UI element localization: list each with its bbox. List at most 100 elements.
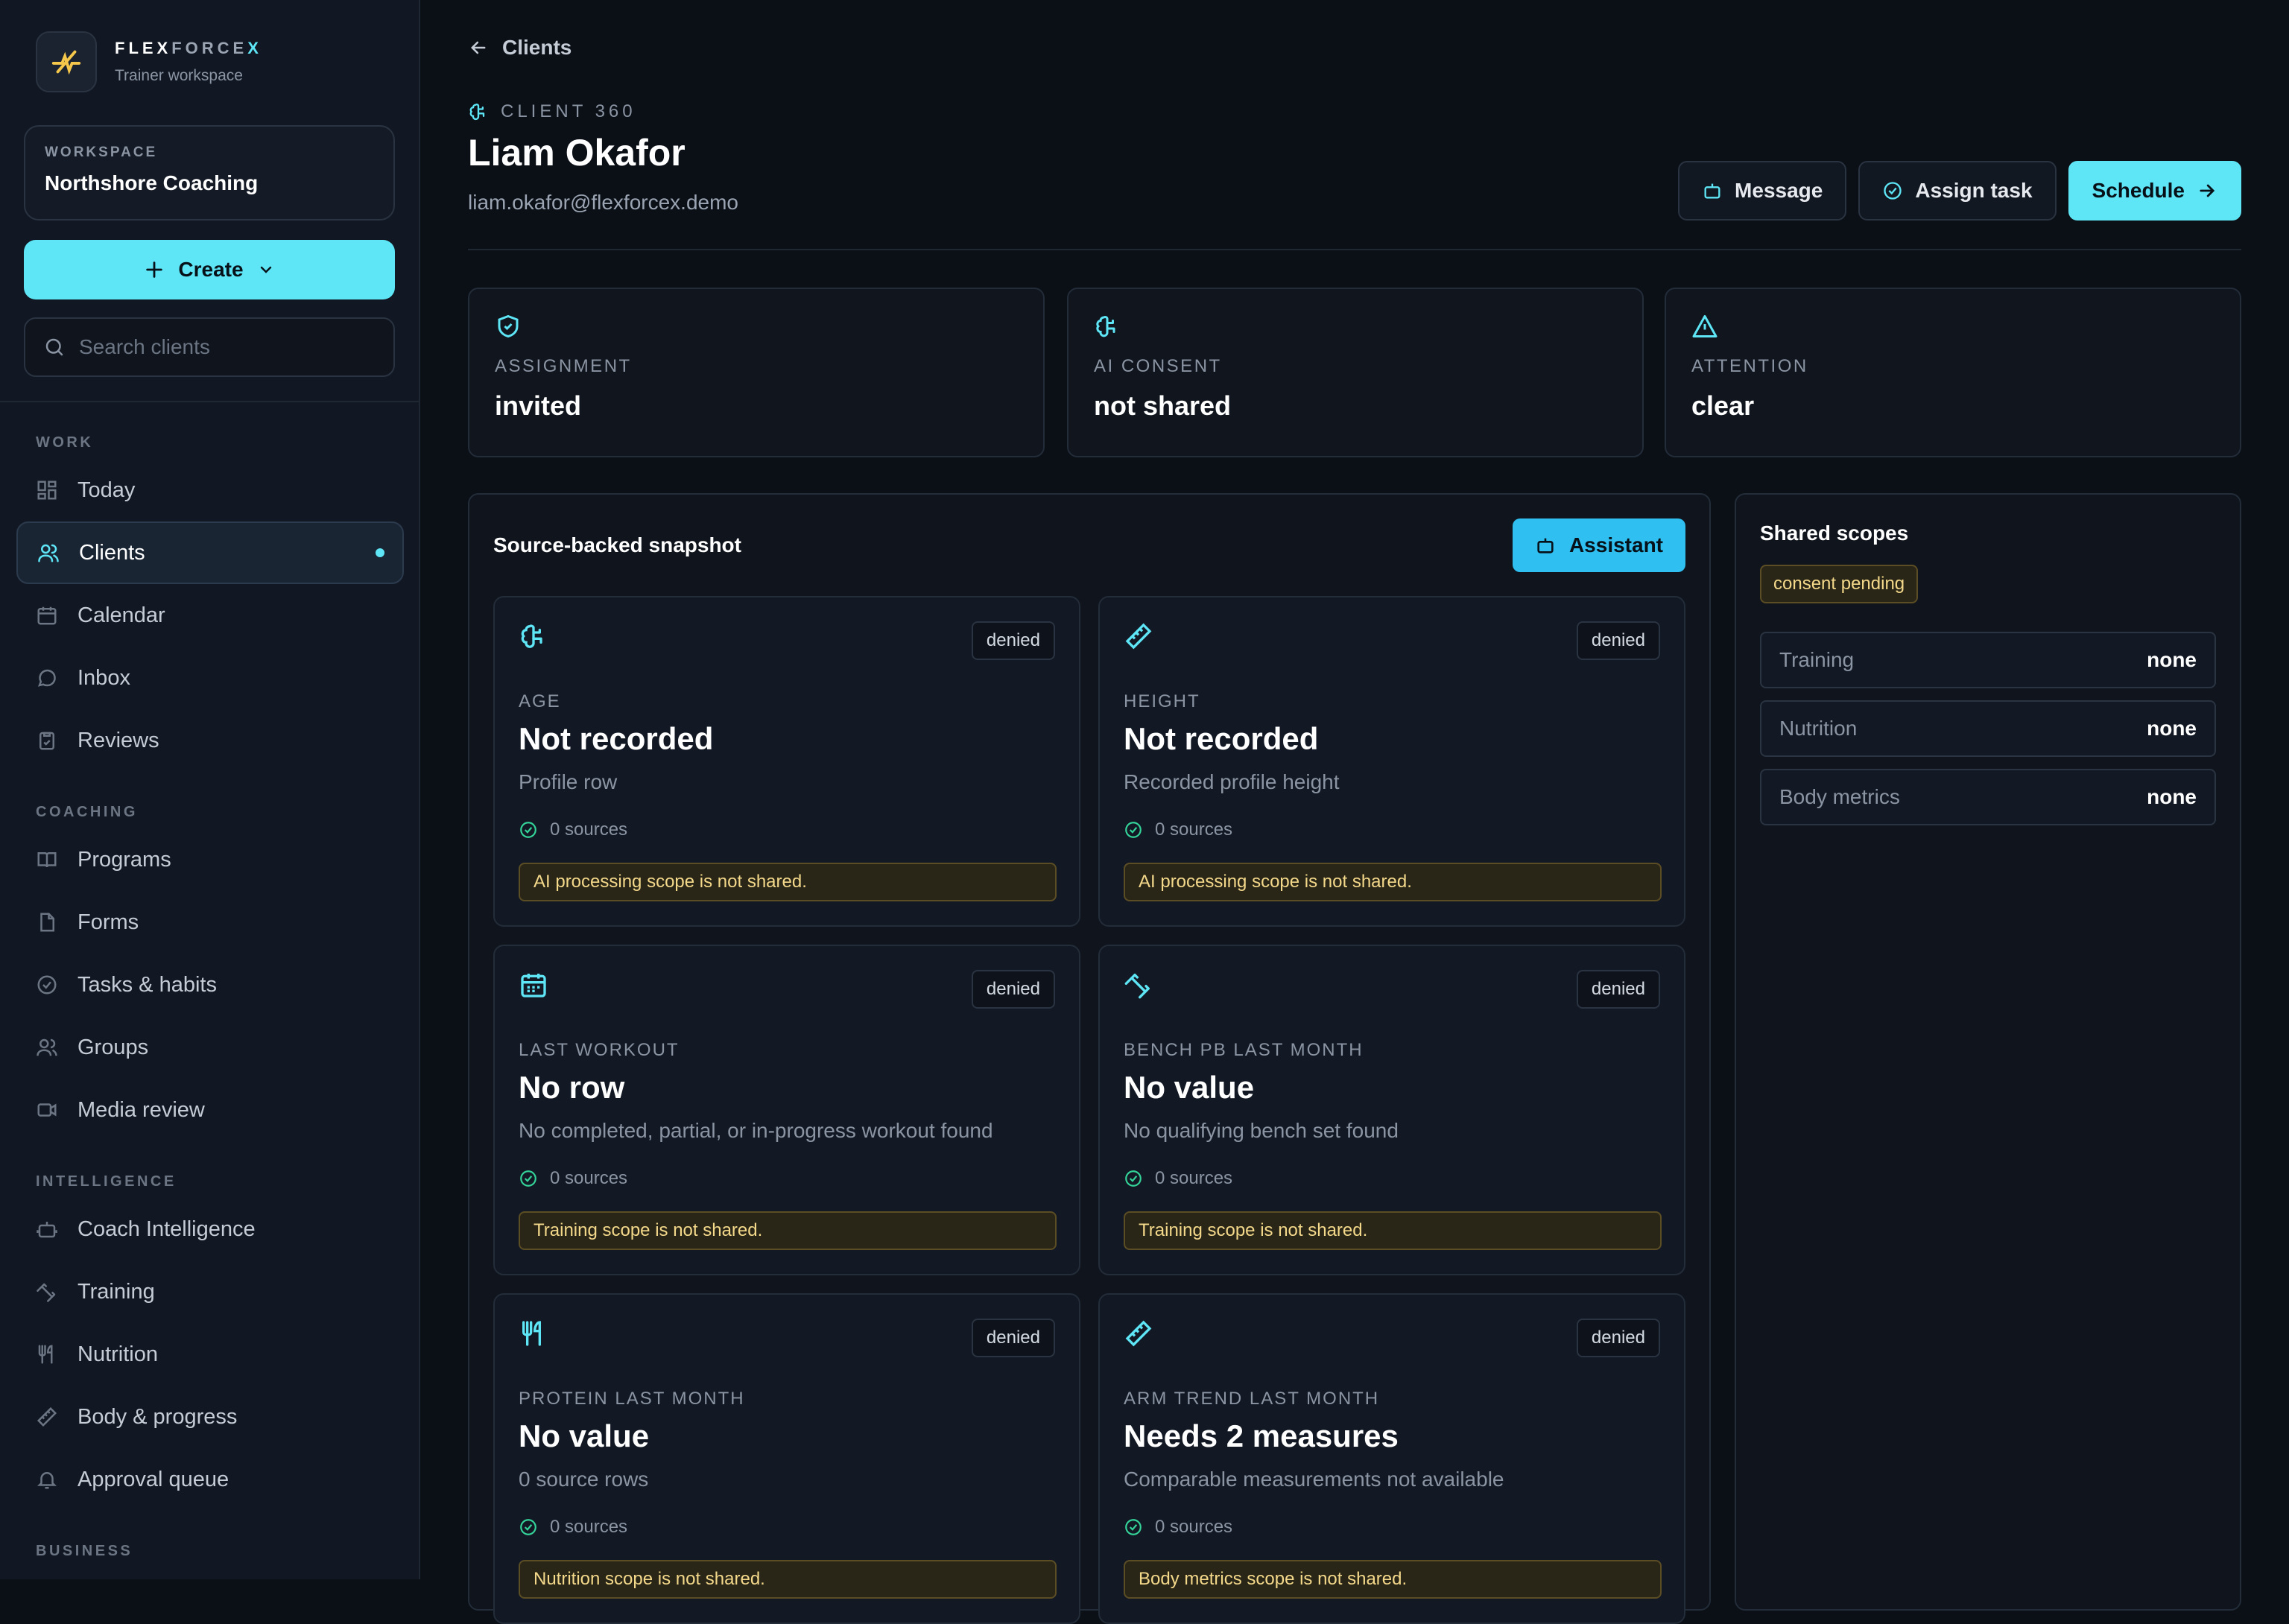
- stat-card-attention: ATTENTION clear: [1665, 288, 2241, 457]
- schedule-button-label: Schedule: [2092, 179, 2185, 202]
- sidebar-item-tasks[interactable]: Tasks & habits: [16, 954, 404, 1016]
- sources-count: 0 sources: [550, 819, 628, 840]
- message-button-label: Message: [1735, 179, 1823, 202]
- robot-icon: [1704, 183, 1720, 199]
- nav-section-business: BUSINESS: [36, 1543, 133, 1559]
- active-indicator-dot: [376, 548, 384, 557]
- dumbbell-icon: [37, 1283, 56, 1302]
- scope-warning: AI processing scope is not shared.: [1124, 863, 1662, 901]
- metric-sources: 0 sources: [1124, 819, 1232, 840]
- assign-task-button[interactable]: Assign task: [1858, 161, 2057, 221]
- sidebar-item-label: Tasks & habits: [77, 972, 217, 997]
- users-icon: [38, 544, 59, 562]
- nav-section-coaching: COACHING: [36, 804, 138, 820]
- sidebar-item-label: Coach Intelligence: [77, 1217, 256, 1241]
- scope-name: Body metrics: [1779, 785, 1900, 808]
- sidebar-item-label: Clients: [79, 540, 145, 565]
- status-badge: denied: [1576, 621, 1660, 660]
- sidebar-nav: WORK Today Clients Calendar Inbox Review…: [16, 417, 404, 1567]
- message-button[interactable]: Message: [1678, 161, 1847, 221]
- sources-count: 0 sources: [1155, 1168, 1233, 1188]
- brain-icon: [469, 104, 485, 121]
- shared-scopes-title: Shared scopes: [1760, 521, 1909, 545]
- metric-card-last-workout: denied LAST WORKOUT No row No completed,…: [493, 945, 1080, 1275]
- metric-card-age: denied AGE Not recorded Profile row 0 so…: [493, 596, 1080, 927]
- status-badge: denied: [971, 970, 1055, 1009]
- sidebar-item-coach-intelligence[interactable]: Coach Intelligence: [16, 1198, 404, 1260]
- sources-count: 0 sources: [550, 1168, 628, 1188]
- search-input[interactable]: [79, 335, 377, 359]
- brand-subtitle: Trainer workspace: [115, 67, 243, 84]
- chat-bubble-icon: [37, 669, 56, 687]
- snapshot-panel: Source-backed snapshot Assistant denied …: [468, 493, 1711, 1624]
- check-circle-icon: [1125, 1519, 1142, 1535]
- sidebar-item-forms[interactable]: Forms: [16, 891, 404, 954]
- consent-status-badge: consent pending: [1760, 565, 1919, 603]
- back-link[interactable]: Clients: [468, 36, 572, 60]
- metric-card-bench-pb: denied BENCH PB LAST MONTH No value No q…: [1098, 945, 1685, 1275]
- sidebar-item-body[interactable]: Body & progress: [16, 1386, 404, 1448]
- scope-name: Training: [1779, 648, 1855, 671]
- create-button[interactable]: Create: [24, 240, 395, 299]
- metric-value: Not recorded: [1124, 721, 1319, 756]
- metric-value: Needs 2 measures: [1124, 1418, 1399, 1453]
- metric-description: No completed, partial, or in-progress wo…: [519, 1119, 993, 1142]
- sidebar-item-label: Today: [77, 478, 136, 502]
- metric-label: LAST WORKOUT: [519, 1040, 680, 1060]
- assign-task-button-label: Assign task: [1915, 179, 2033, 202]
- dumbbell-icon: [1124, 974, 1150, 999]
- stat-label: ASSIGNMENT: [495, 356, 632, 376]
- sidebar-item-nutrition[interactable]: Nutrition: [16, 1323, 404, 1386]
- brand[interactable]: FLEXFORCEX Trainer workspace: [36, 31, 262, 92]
- sidebar-item-clients[interactable]: Clients: [16, 521, 404, 584]
- nav-section-intelligence: INTELLIGENCE: [36, 1173, 177, 1190]
- workspace-switcher[interactable]: WORKSPACE Northshore Coaching: [24, 125, 395, 221]
- metric-sources: 0 sources: [519, 1517, 627, 1538]
- check-circle-icon: [1125, 822, 1142, 838]
- sidebar-item-training[interactable]: Training: [16, 1260, 404, 1323]
- page-title: Liam Okafor: [468, 132, 686, 174]
- scope-row-nutrition[interactable]: Nutrition none: [1760, 700, 2216, 757]
- metric-label: HEIGHT: [1124, 691, 1200, 711]
- create-button-label: Create: [178, 258, 244, 281]
- dashboard-icon: [37, 480, 57, 500]
- sidebar-item-inbox[interactable]: Inbox: [16, 647, 404, 709]
- sidebar-item-media[interactable]: Media review: [16, 1079, 404, 1141]
- status-badge: denied: [1576, 1319, 1660, 1357]
- sidebar-item-programs[interactable]: Programs: [16, 828, 404, 891]
- sidebar-item-reviews[interactable]: Reviews: [16, 709, 404, 772]
- assistant-button[interactable]: Assistant: [1512, 518, 1685, 572]
- metric-description: No qualifying bench set found: [1124, 1119, 1399, 1142]
- robot-icon: [37, 1222, 57, 1238]
- snapshot-title: Source-backed snapshot: [493, 533, 741, 556]
- assistant-button-label: Assistant: [1568, 533, 1663, 556]
- sidebar-item-groups[interactable]: Groups: [16, 1016, 404, 1079]
- metric-label: PROTEIN LAST MONTH: [519, 1389, 745, 1409]
- metric-label: AGE: [519, 691, 561, 711]
- arrow-left-icon: [471, 41, 486, 54]
- scope-value: none: [2147, 648, 2197, 671]
- sidebar: FLEXFORCEX Trainer workspace WORKSPACE N…: [0, 0, 420, 1579]
- scope-value: none: [2147, 717, 2197, 740]
- schedule-button[interactable]: Schedule: [2068, 161, 2241, 221]
- check-circle-icon: [1125, 1170, 1142, 1187]
- sidebar-item-calendar[interactable]: Calendar: [16, 584, 404, 647]
- search-box[interactable]: [24, 317, 395, 377]
- scope-row-body-metrics[interactable]: Body metrics none: [1760, 769, 2216, 825]
- status-badge: denied: [971, 621, 1055, 660]
- brand-logo-icon: [36, 31, 97, 92]
- stat-card-assignment: ASSIGNMENT invited: [468, 288, 1045, 457]
- metric-sources: 0 sources: [1124, 1517, 1232, 1538]
- check-circle-icon: [520, 822, 536, 838]
- bell-icon: [37, 1472, 57, 1489]
- warning-triangle-icon: [1692, 315, 1717, 337]
- scope-value: none: [2147, 785, 2197, 808]
- search-icon: [45, 338, 63, 356]
- stat-label: ATTENTION: [1691, 356, 1808, 376]
- eyebrow-label: CLIENT 360: [501, 101, 636, 121]
- sidebar-divider: [0, 401, 420, 402]
- scope-row-training[interactable]: Training none: [1760, 632, 2216, 688]
- sidebar-item-approval[interactable]: Approval queue: [16, 1448, 404, 1511]
- sidebar-item-today[interactable]: Today: [16, 459, 404, 521]
- video-icon: [37, 1103, 57, 1117]
